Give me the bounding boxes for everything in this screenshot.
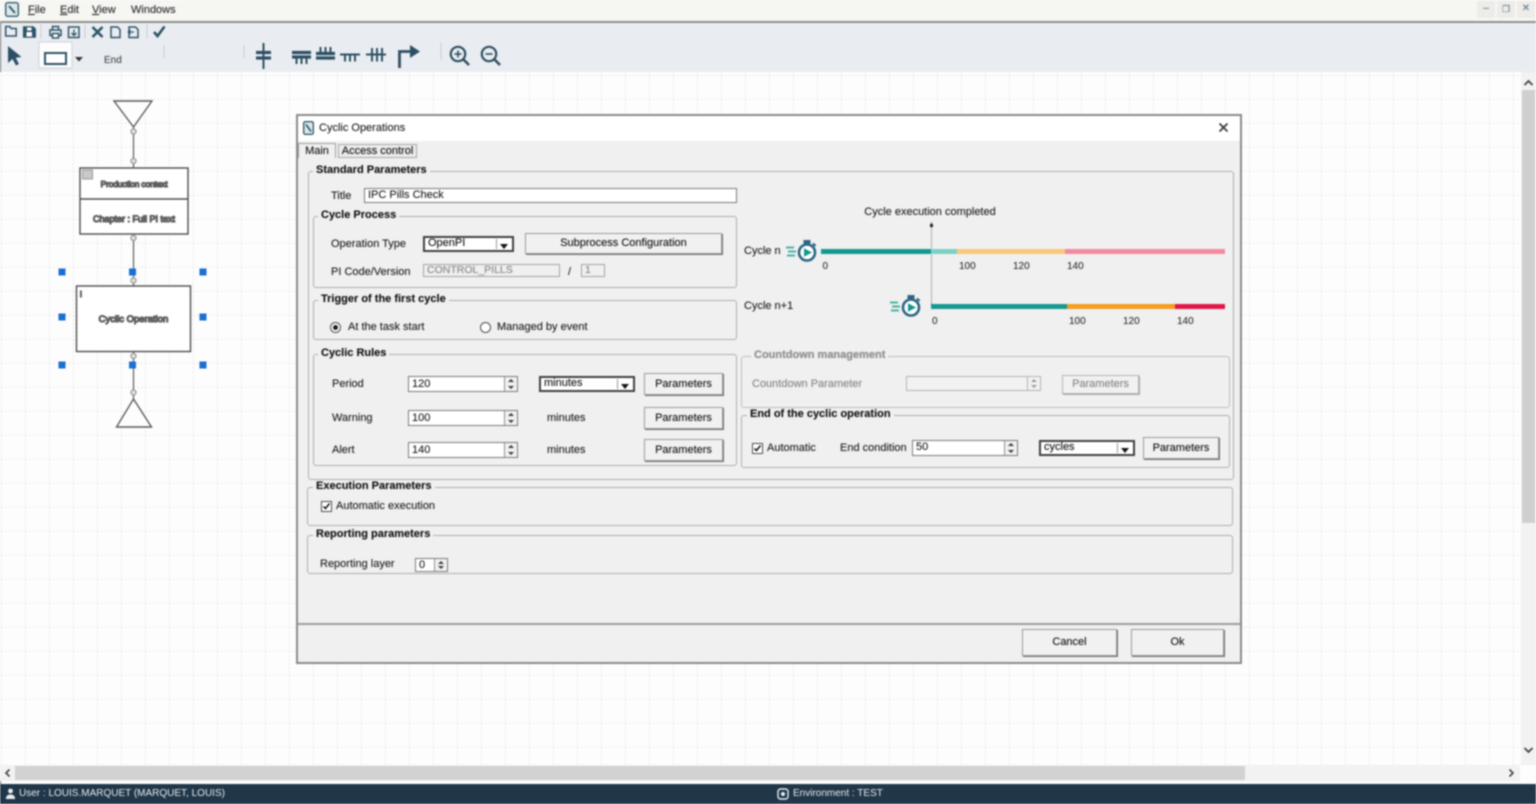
svg-text:Cyclic Operation: Cyclic Operation <box>99 314 169 325</box>
svg-text:Chapter : Full PI text: Chapter : Full PI text <box>93 214 176 224</box>
svg-text:End: End <box>104 55 122 66</box>
svg-text:i: i <box>80 290 82 299</box>
svg-text:Production context: Production context <box>101 179 169 189</box>
